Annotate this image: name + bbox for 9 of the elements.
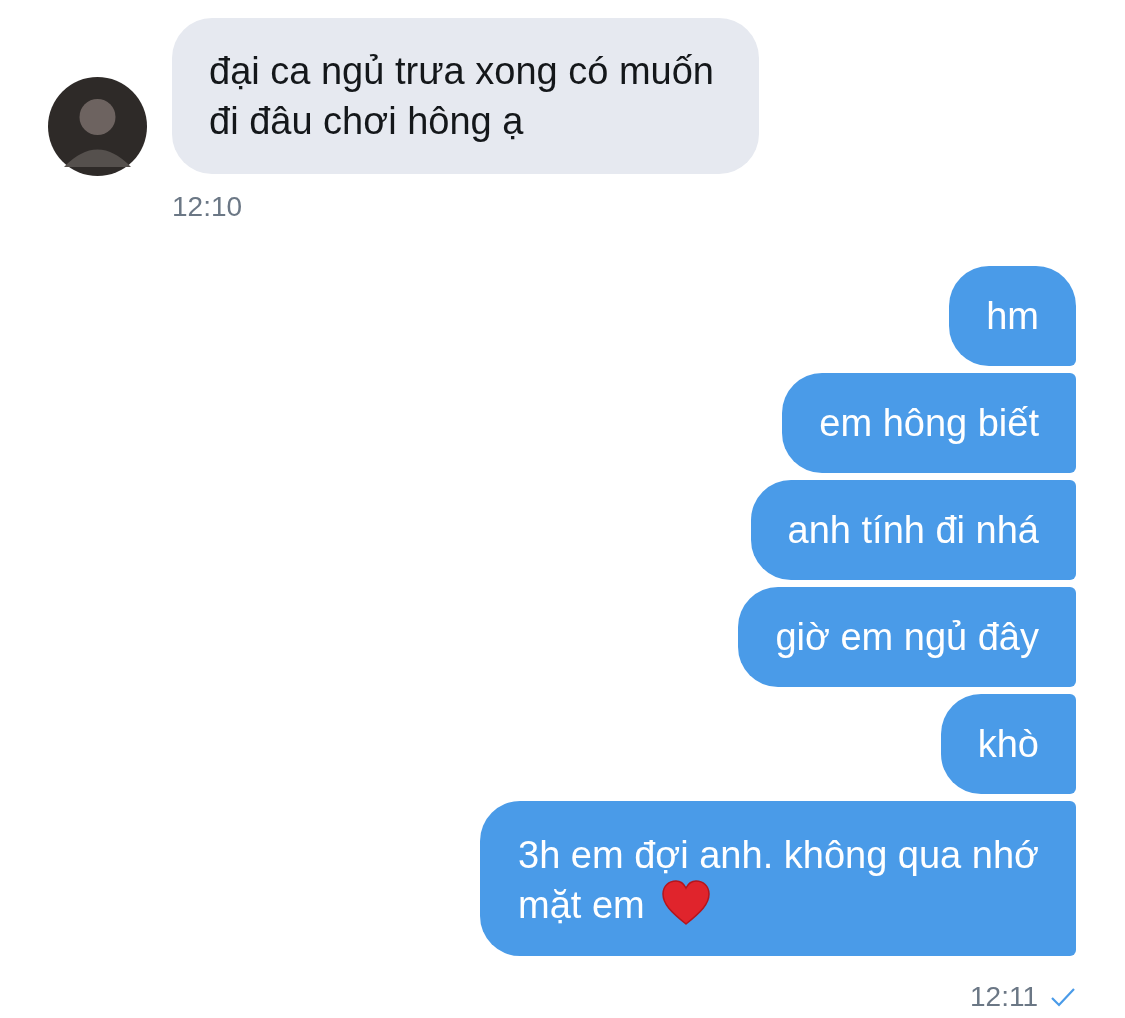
message-bubble: anh tính đi nhá [750,480,1076,580]
message-bubble: 3h em đợi anh. không qua nhớ mặt em [480,801,1076,956]
message-bubble: hm [949,266,1076,366]
timestamp: 12:10 [172,191,244,223]
message-bubble: giờ em ngủ đây [738,587,1076,687]
timestamp: 12:11 [970,981,1038,1013]
message-bubble: khò [940,694,1076,794]
message-bubble: em hông biết [782,373,1076,473]
message-bubble: đại ca ngủ trưa xong có muốn đi đâu chơi hông ạ [172,18,759,174]
